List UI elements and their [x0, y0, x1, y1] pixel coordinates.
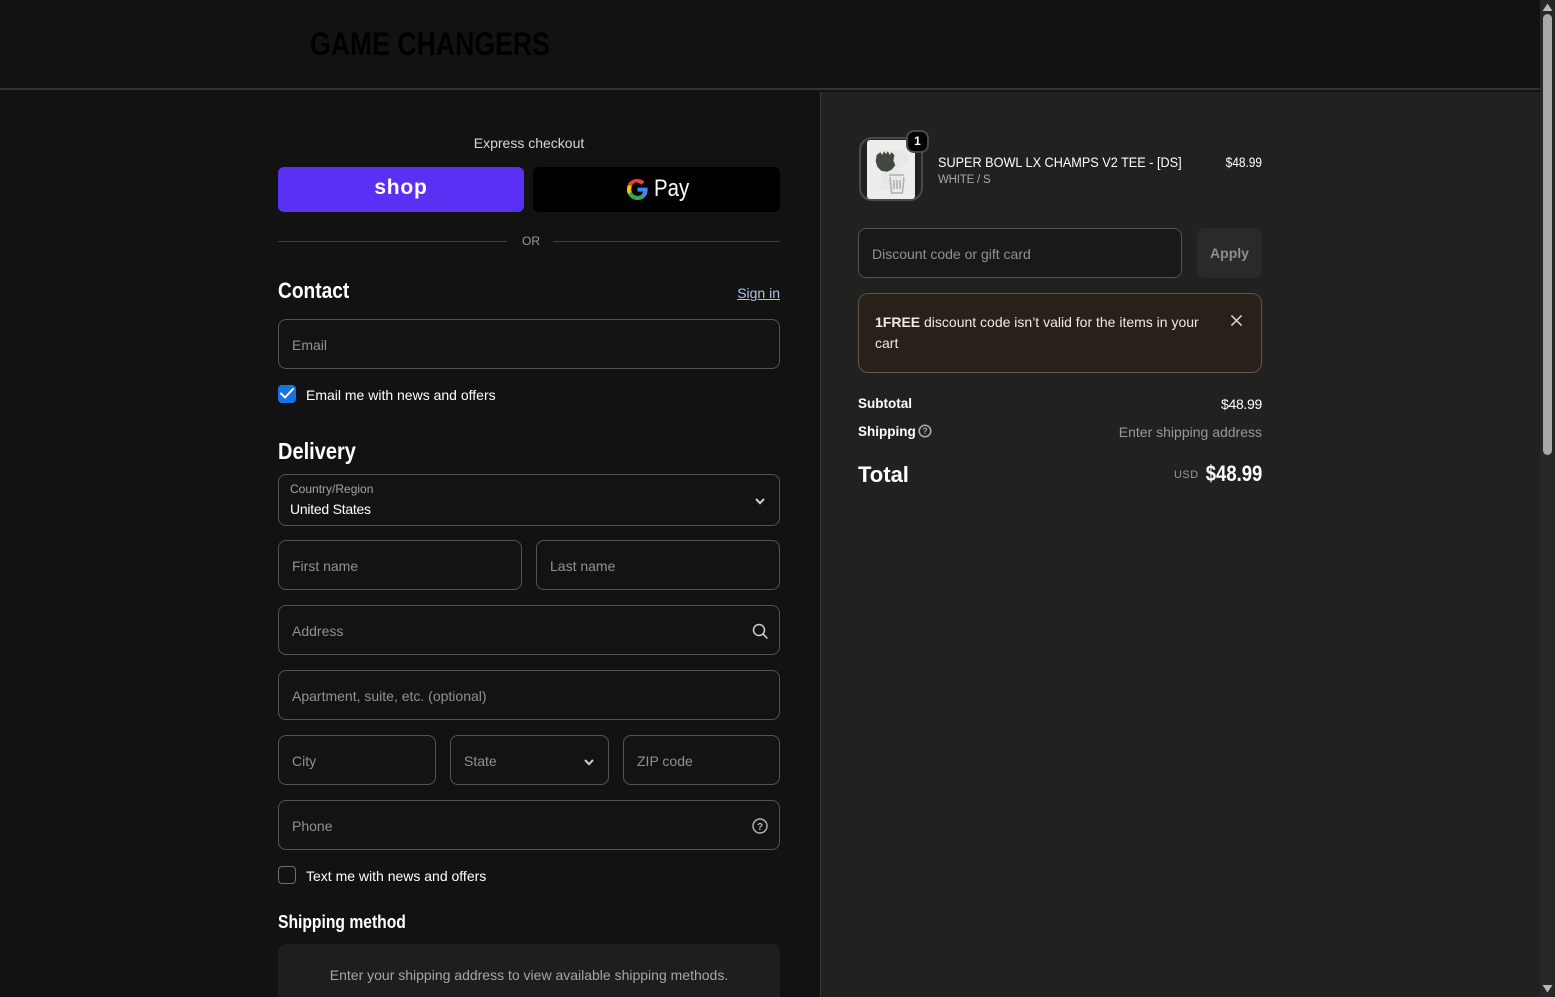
svg-text:?: ?: [757, 822, 763, 833]
svg-text:?: ?: [922, 426, 927, 436]
